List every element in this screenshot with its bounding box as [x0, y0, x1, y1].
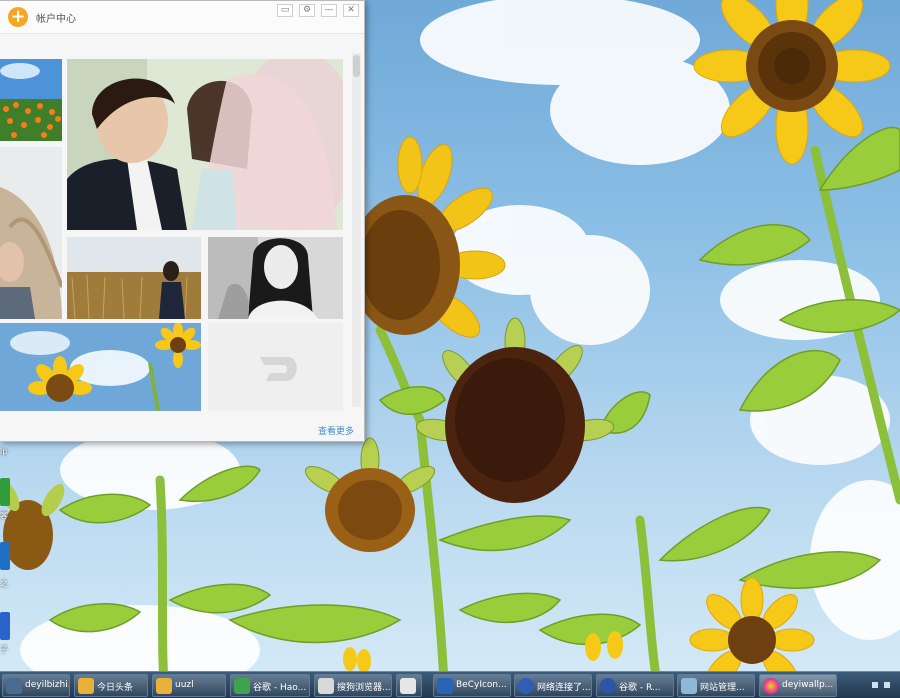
desktop-label-ke: 客 [0, 511, 8, 520]
taskbar: deyilbizhi... 今日头条 uuzl 谷歌 - Hao... 搜狗浏览… [0, 671, 900, 698]
settings-icon[interactable]: ⚙ [299, 4, 315, 17]
sogou-icon [318, 678, 334, 694]
view-more-link[interactable]: 查看更多 [318, 424, 354, 437]
minimize-icon[interactable]: — [321, 4, 337, 17]
tray-grid-icon[interactable] [884, 682, 890, 688]
taskbar-button-deyiwallpaper[interactable]: deyiwallp... [759, 674, 837, 697]
system-tray[interactable] [850, 674, 900, 697]
browser-icon [234, 678, 250, 694]
wallpaper-thumb-bw-portrait[interactable] [208, 237, 343, 319]
wallpaper-thumb-woman-wheat[interactable] [0, 147, 62, 319]
window-titlebar[interactable]: + 帐户中心 ▭ ⚙ — ✕ [0, 1, 364, 34]
taskbar-button-becyicon[interactable]: BeCyIcon... [433, 674, 511, 697]
wallpaper-thumb-couple[interactable] [67, 59, 343, 230]
desktop-icon-blue-2[interactable] [0, 612, 10, 640]
folder-icon [156, 678, 172, 694]
desktop-label-zhi: 之 [0, 579, 8, 588]
wallpaper-app-icon [763, 678, 779, 694]
taskbar-button-deyibizhi[interactable]: deyilbizhi... [2, 674, 70, 697]
taskbar-button-sogou[interactable]: 搜狗浏览器... [314, 674, 392, 697]
plus-logo-icon: + [8, 7, 28, 27]
wallpaper-thumb-girl-field[interactable] [67, 237, 201, 319]
taskbar-button-browser-r[interactable]: 谷歌 - R... [596, 674, 674, 697]
browser-icon [600, 678, 616, 694]
wallpaper-gallery [0, 51, 352, 411]
wallpaper-thumb-flower-field[interactable] [0, 59, 62, 141]
close-icon[interactable]: ✕ [343, 4, 359, 17]
window-title: 帐户中心 [36, 14, 76, 25]
menu-icon[interactable]: ▭ [277, 4, 293, 17]
desktop-label-zi: 子 [0, 645, 8, 654]
window-icon [681, 678, 697, 694]
wallpaper-thumb-placeholder[interactable] [208, 323, 343, 411]
desktop-icon-green[interactable] [0, 478, 10, 506]
account-center-window: + 帐户中心 ▭ ⚙ — ✕ 查看更多 [0, 0, 365, 442]
folder-icon [78, 678, 94, 694]
app-icon [437, 678, 453, 694]
tray-grid-icon[interactable] [872, 682, 878, 688]
desktop-icon-blue[interactable] [0, 542, 10, 570]
folder-icon [6, 678, 22, 694]
taskbar-button-today[interactable]: 今日头条 [74, 674, 148, 697]
taskbar-button-tool[interactable] [396, 674, 422, 697]
gallery-scroll-thumb[interactable] [353, 55, 360, 77]
dice-icon [400, 678, 416, 694]
taskbar-button-uuzl[interactable]: uuzl [152, 674, 226, 697]
wallpaper-thumb-sunflowers[interactable] [0, 323, 201, 411]
taskbar-button-site-admin[interactable]: 网站管理... [677, 674, 755, 697]
desktop-label-ip: ip [0, 447, 8, 456]
gallery-scrollbar[interactable] [352, 53, 361, 407]
taskbar-button-browser-hao[interactable]: 谷歌 - Hao... [230, 674, 310, 697]
network-icon [518, 678, 534, 694]
taskbar-button-network[interactable]: 网络连接了... [514, 674, 592, 697]
